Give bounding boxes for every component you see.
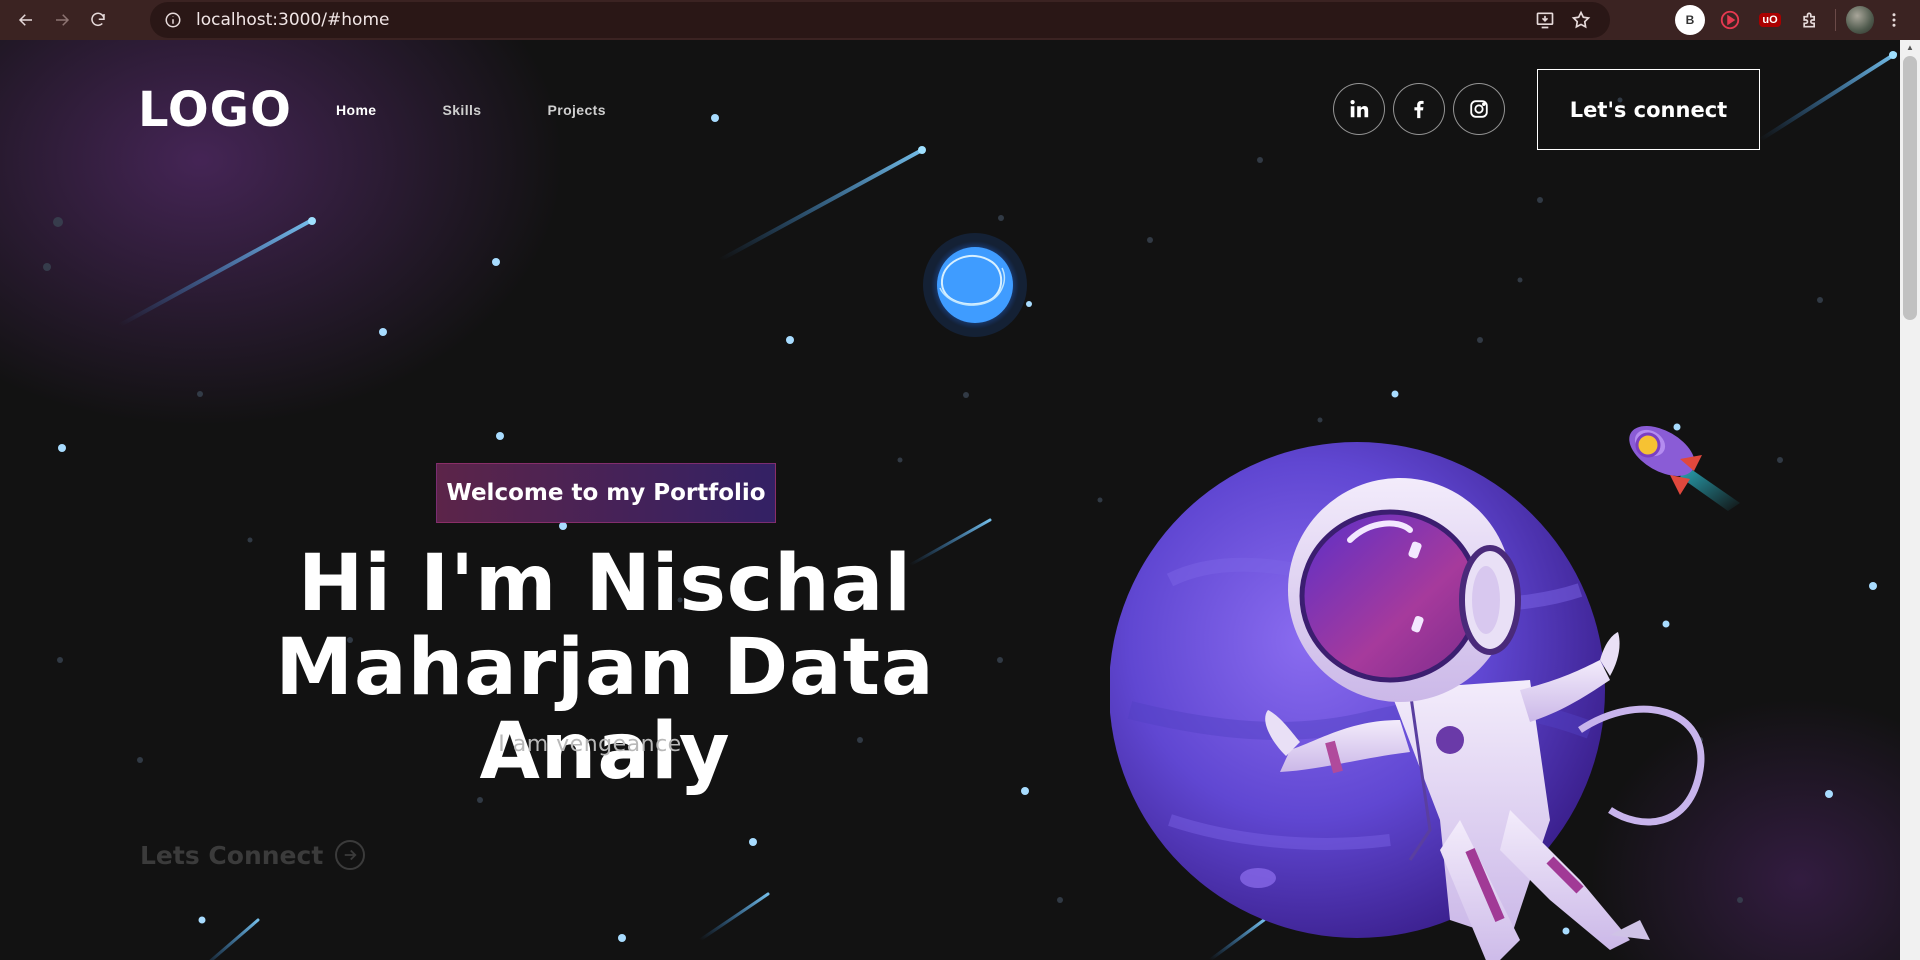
facebook-button[interactable] xyxy=(1393,83,1445,135)
welcome-tagline: Welcome to my Portfolio xyxy=(436,463,776,523)
social-links xyxy=(1333,83,1505,135)
profile-avatar[interactable] xyxy=(1846,6,1874,34)
menu-kebab-icon[interactable] xyxy=(1884,11,1904,29)
nav-link-projects[interactable]: Projects xyxy=(547,102,605,118)
site-info-icon[interactable] xyxy=(158,5,188,35)
instagram-button[interactable] xyxy=(1453,83,1505,135)
scroll-up-arrow-icon[interactable]: ▲ xyxy=(1900,40,1920,54)
portfolio-page: LOGO Home Skills Projects Let's connect xyxy=(0,40,1900,960)
hero-title-line-2: Maharjan Data Analy xyxy=(275,623,935,797)
install-app-icon[interactable] xyxy=(1530,5,1560,35)
nav-link-home[interactable]: Home xyxy=(336,102,377,118)
glowing-planet-icon xyxy=(923,233,1027,337)
scrollbar-thumb[interactable] xyxy=(1903,56,1917,320)
hero-title-line-1: Hi I'm Nischal xyxy=(297,539,913,629)
back-button[interactable] xyxy=(8,2,44,38)
forward-arrow-icon xyxy=(56,14,70,26)
toolbar-separator xyxy=(1835,9,1836,31)
back-arrow-icon xyxy=(18,14,32,26)
linkedin-button[interactable] xyxy=(1333,83,1385,135)
profile-extension-icon[interactable]: B xyxy=(1675,5,1705,35)
astronaut-planet-illustration xyxy=(1110,442,1705,960)
forward-button[interactable] xyxy=(44,2,80,38)
address-bar[interactable]: localhost:3000/#home xyxy=(150,2,1610,38)
url-text[interactable]: localhost:3000/#home xyxy=(196,10,389,30)
bookmark-star-icon[interactable] xyxy=(1566,5,1596,35)
main-nav: Home Skills Projects xyxy=(336,102,606,118)
extensions-puzzle-icon[interactable] xyxy=(1795,5,1825,35)
reload-icon xyxy=(91,12,105,27)
browser-toolbar: localhost:3000/#home B uO xyxy=(0,0,1920,40)
arrow-right-circle-icon xyxy=(335,840,366,870)
lets-connect-link[interactable]: Lets Connect xyxy=(140,840,366,870)
extensions-bar: B uO xyxy=(1675,0,1920,40)
facebook-icon xyxy=(1414,100,1424,119)
linkedin-icon xyxy=(1350,100,1369,118)
site-logo[interactable]: LOGO xyxy=(138,82,292,138)
hero-subtitle: I am vengeance xyxy=(498,732,682,757)
nav-link-skills[interactable]: Skills xyxy=(443,102,482,118)
video-extension-icon[interactable] xyxy=(1715,5,1745,35)
lets-connect-button[interactable]: Let's connect xyxy=(1537,69,1760,150)
lets-connect-label: Lets Connect xyxy=(140,840,324,870)
ublock-extension-icon[interactable]: uO xyxy=(1755,5,1785,35)
page-scrollbar[interactable]: ▲ xyxy=(1900,40,1920,960)
instagram-icon xyxy=(1470,100,1488,118)
reload-button[interactable] xyxy=(80,2,116,38)
